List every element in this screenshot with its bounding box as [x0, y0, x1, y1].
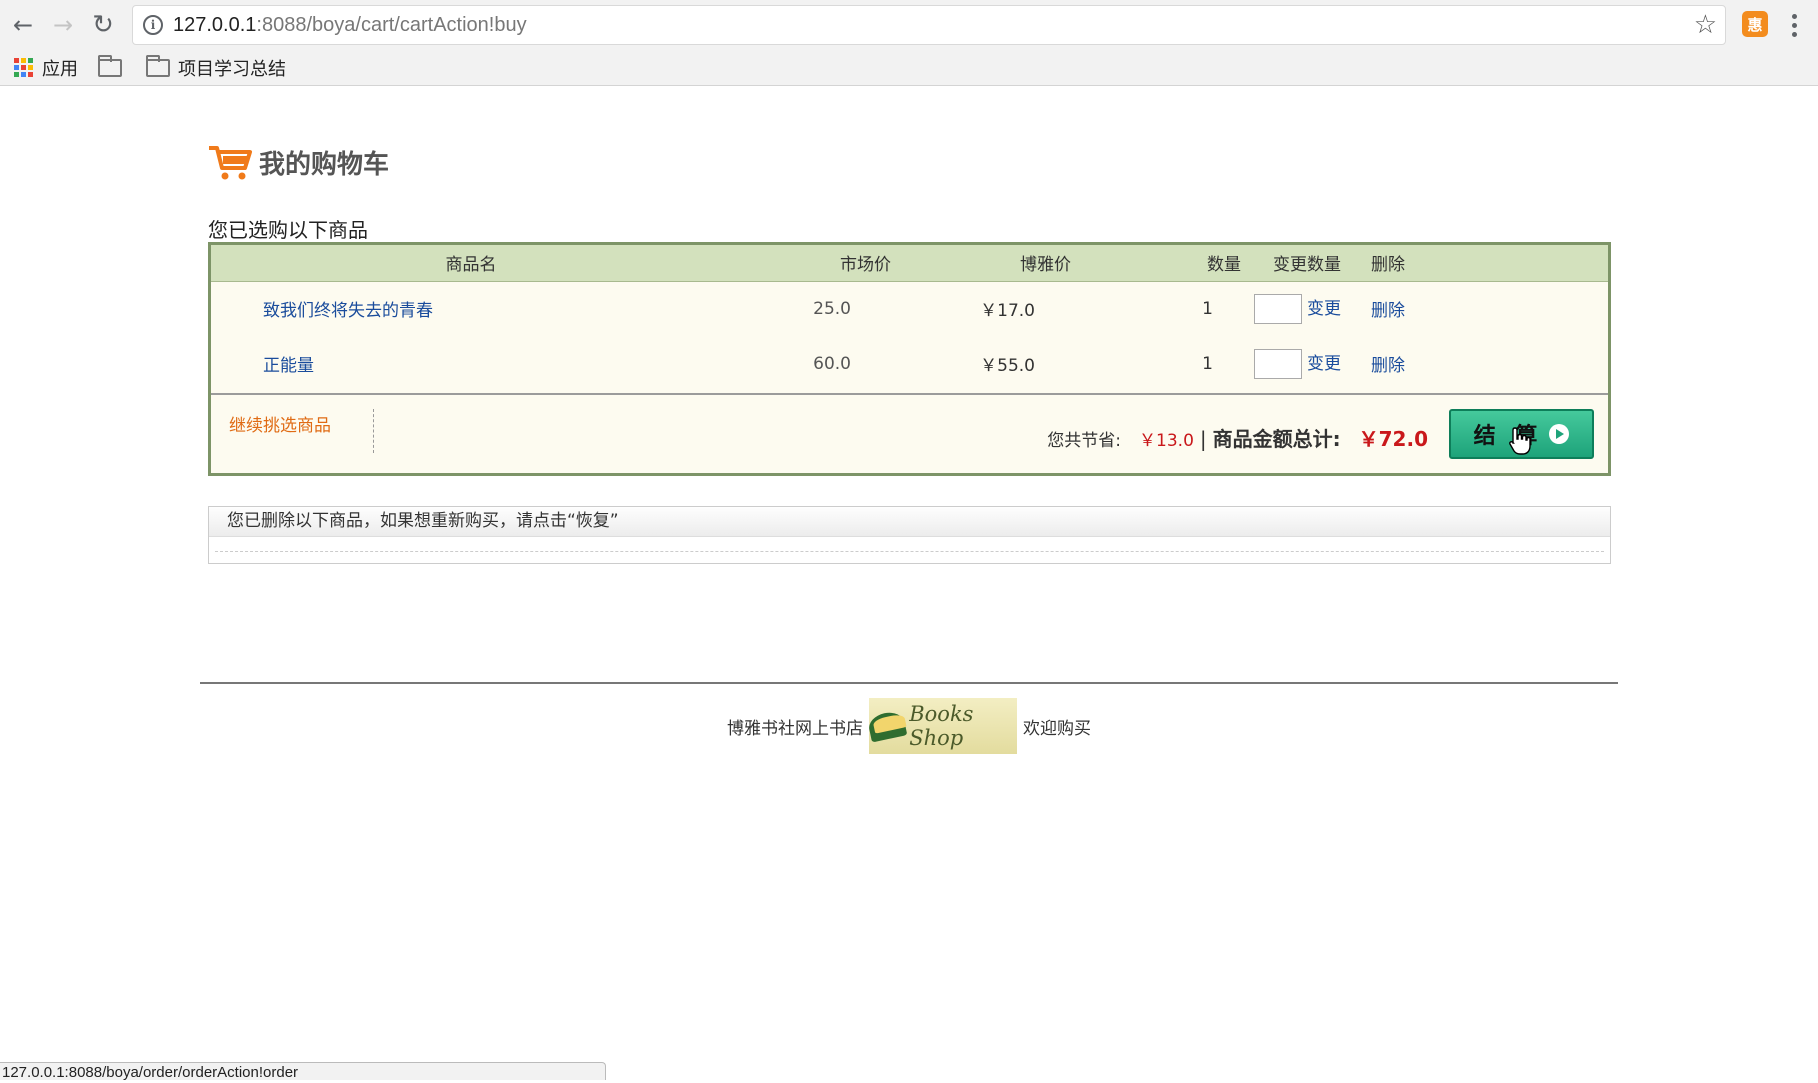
browser-toolbar: ← → ↻ i 127.0.0.1:8088/boya/cart/cartAct…: [0, 0, 1818, 50]
divider: [373, 409, 374, 453]
page-content: 我的购物车 您已选购以下商品 商品名 市场价 博雅价 数量 变更数量 删除 致我…: [0, 86, 1818, 1080]
delete-link[interactable]: 删除: [1371, 356, 1405, 376]
quantity-input[interactable]: [1253, 348, 1302, 379]
change-quantity-link[interactable]: 变更: [1307, 354, 1341, 374]
continue-shopping-link[interactable]: 继续挑选商品: [229, 411, 331, 436]
browser-menu-icon[interactable]: [1782, 8, 1806, 42]
bookmark-folder-1[interactable]: [98, 54, 130, 77]
market-price: 60.0: [813, 353, 851, 374]
footer-right-text: 欢迎购买: [1023, 718, 1091, 739]
product-link[interactable]: 正能量: [263, 356, 314, 376]
savings-label: 您共节省:: [1047, 431, 1122, 451]
cart-box: 商品名 市场价 博雅价 数量 变更数量 删除 致我们终将失去的青春 25.0 ￥…: [208, 242, 1611, 476]
footer-divider: [200, 682, 1618, 684]
footer-left-text: 博雅书社网上书店: [727, 718, 863, 739]
back-icon[interactable]: ←: [6, 8, 40, 42]
bookmark-label: 项目学习总结: [178, 58, 286, 80]
url-text[interactable]: 127.0.0.1:8088/boya/cart/cartAction!buy: [173, 14, 527, 37]
boya-price: ￥17.0: [980, 301, 1035, 322]
col-delete: 删除: [1371, 255, 1405, 276]
total-value: ￥72.0: [1358, 427, 1428, 451]
summary-separator: |: [1199, 427, 1207, 451]
reload-icon[interactable]: ↻: [86, 8, 120, 42]
table-row: 致我们终将失去的青春 25.0 ￥17.0 1 变更 删除: [211, 281, 1608, 336]
selected-caption: 您已选购以下商品: [208, 218, 368, 242]
order-summary: 您共节省: ￥13.0 | 商品金额总计: ￥72.0: [1047, 423, 1428, 452]
url-path: :8088/boya/cart/cartAction!buy: [256, 13, 527, 36]
quantity: 1: [1202, 298, 1213, 319]
cart-header: 我的购物车: [207, 142, 389, 182]
bookmarks-bar: 应用 项目学习总结: [0, 50, 1818, 86]
quantity: 1: [1202, 353, 1213, 374]
logo-text: Books Shop: [909, 702, 974, 750]
cart-footer: 继续挑选商品 您共节省: ￥13.0 | 商品金额总计: ￥72.0 结 算: [211, 393, 1608, 473]
col-quantity: 数量: [1207, 255, 1241, 276]
product-link[interactable]: 致我们终将失去的青春: [263, 301, 433, 321]
col-change-quantity: 变更数量: [1273, 255, 1341, 276]
col-name: 商品名: [445, 255, 497, 276]
market-price: 25.0: [813, 298, 851, 319]
bookmark-apps[interactable]: 应用: [14, 55, 78, 81]
divider: [215, 551, 1604, 552]
url-host: 127.0.0.1: [173, 13, 257, 36]
folder-icon: [98, 54, 122, 77]
extension-icon[interactable]: 惠: [1742, 11, 1768, 37]
apps-icon: [14, 57, 34, 78]
bookmark-folder-2[interactable]: 项目学习总结: [146, 54, 286, 81]
quantity-input[interactable]: [1253, 293, 1302, 324]
delete-link[interactable]: 删除: [1371, 301, 1405, 321]
forward-icon[interactable]: →: [46, 8, 80, 42]
bookmark-star-icon[interactable]: ☆: [1694, 10, 1717, 40]
col-market-price: 市场价: [840, 255, 891, 276]
hand-cursor-icon: [1509, 427, 1531, 455]
info-icon[interactable]: i: [143, 15, 163, 35]
total-label: 商品金额总计:: [1212, 427, 1341, 451]
change-quantity-link[interactable]: 变更: [1307, 299, 1341, 319]
savings-value: ￥13.0: [1139, 431, 1194, 451]
status-bar-url: 127.0.0.1:8088/boya/order/orderAction!or…: [0, 1062, 606, 1081]
table-row: 正能量 60.0 ￥55.0 1 变更 删除: [211, 336, 1608, 391]
deleted-items-box: 您已删除以下商品，如果想重新购买，请点击“恢复”: [208, 506, 1611, 564]
address-bar[interactable]: i 127.0.0.1:8088/boya/cart/cartAction!bu…: [132, 5, 1726, 45]
page-title: 我的购物车: [259, 149, 390, 180]
deleted-caption: 您已删除以下商品，如果想重新购买，请点击“恢复”: [209, 507, 1610, 537]
cart-table: 商品名 市场价 博雅价 数量 变更数量 删除 致我们终将失去的青春 25.0 ￥…: [211, 245, 1608, 391]
site-footer: 博雅书社网上书店 Books Shop 欢迎购买: [0, 698, 1818, 754]
book-icon: [866, 709, 908, 743]
col-boya-price: 博雅价: [1020, 255, 1071, 276]
boya-price: ￥55.0: [980, 356, 1035, 376]
folder-icon: [146, 54, 170, 77]
books-shop-logo: Books Shop: [866, 698, 1017, 754]
bookmark-label: 应用: [42, 58, 78, 80]
play-icon: [1549, 424, 1570, 444]
shopping-cart-icon: [209, 146, 252, 180]
table-header-row: 商品名 市场价 博雅价 数量 变更数量 删除: [211, 245, 1608, 281]
